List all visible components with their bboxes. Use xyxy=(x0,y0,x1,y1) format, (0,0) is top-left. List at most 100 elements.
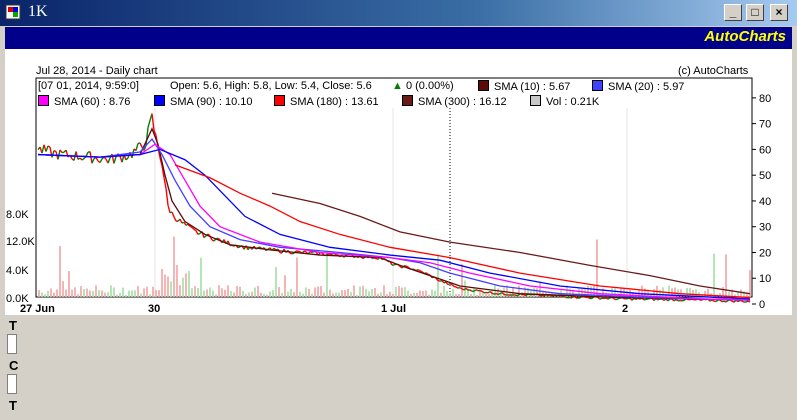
side-field-1[interactable] xyxy=(7,334,17,354)
volume-bar xyxy=(50,288,52,297)
volume-bar xyxy=(236,285,238,297)
volume-bar xyxy=(230,291,232,297)
volume-bar xyxy=(80,286,82,297)
volume-bar xyxy=(227,285,229,297)
volume-bar xyxy=(500,293,502,297)
volume-bar xyxy=(128,290,130,297)
volume-bar xyxy=(431,289,433,297)
legend-sma10: SMA (10) : 5.67 xyxy=(478,80,570,93)
volume-bar xyxy=(485,293,487,297)
legend-vol: Vol : 0.21K xyxy=(530,95,599,108)
volume-bar xyxy=(389,291,391,297)
price-segment xyxy=(539,294,543,297)
volume-bar xyxy=(374,287,376,297)
price-segment xyxy=(491,292,495,295)
price-segment xyxy=(711,299,715,302)
legend-sma10-label: SMA (10) : 5.67 xyxy=(494,81,571,93)
price-segment xyxy=(393,263,397,266)
price-segment xyxy=(629,297,633,301)
volume-bar xyxy=(407,290,409,297)
volume-bar xyxy=(488,294,490,297)
volume-bar xyxy=(356,294,358,297)
volume-bar xyxy=(368,291,370,297)
volume-bar xyxy=(305,287,307,297)
volume-bar xyxy=(365,288,367,297)
price-segment xyxy=(737,299,741,303)
volume-bar xyxy=(353,285,355,297)
volume-bar xyxy=(176,264,178,297)
volume-bar xyxy=(149,294,151,297)
legend-change: ▲ 0 (0.00%) xyxy=(392,80,454,92)
price-segment xyxy=(733,299,737,303)
sma300-swatch xyxy=(402,95,413,106)
volume-bar xyxy=(209,287,211,297)
volume-bar xyxy=(170,281,172,297)
price-segment xyxy=(303,250,307,253)
price-chart[interactable]: 807060504030201008.0K12.0K4.0K0.0K27 Jun… xyxy=(0,0,797,420)
x-tick-label: 30 xyxy=(148,303,160,315)
volume-bar xyxy=(479,291,481,297)
volume-bar xyxy=(215,294,217,297)
volume-bar xyxy=(140,293,142,297)
y-tick-label: 40 xyxy=(759,196,771,208)
volume-bar xyxy=(194,286,196,297)
price-segment xyxy=(715,299,719,303)
volume-bar xyxy=(98,290,100,297)
volume-bar xyxy=(293,292,295,297)
volume-bar xyxy=(113,287,115,297)
volume-bar xyxy=(212,290,214,297)
volume-bar xyxy=(218,285,220,297)
volume-bar xyxy=(335,292,337,297)
legend-sma20-label: SMA (20) : 5.97 xyxy=(608,81,685,93)
price-segment xyxy=(405,265,409,268)
volume-bar xyxy=(269,291,271,297)
volume-bar xyxy=(416,292,418,297)
volume-bar xyxy=(266,294,268,297)
volume-bar xyxy=(233,292,235,297)
price-segment xyxy=(459,287,463,290)
volume-bar xyxy=(440,292,442,297)
volume-bar xyxy=(71,289,73,297)
price-segment xyxy=(417,269,421,272)
volume-bar xyxy=(473,287,475,297)
volume-bar xyxy=(239,286,241,297)
volume-bar xyxy=(323,292,325,297)
price-segment xyxy=(663,298,667,301)
chart-header: Jul 28, 2014 - Daily chart xyxy=(36,65,158,77)
y-tick-label: 70 xyxy=(759,119,771,131)
volume-bar xyxy=(146,286,148,297)
volume-bar xyxy=(659,289,661,297)
x-tick-label: 1 Jul xyxy=(381,303,406,315)
legend-sma300-label: SMA (300) : 16.12 xyxy=(418,96,507,108)
volume-bar xyxy=(299,291,301,297)
side-field-2[interactable] xyxy=(7,374,17,394)
volume-bar xyxy=(536,288,538,297)
legend-vol-label: Vol : 0.21K xyxy=(546,96,600,108)
volume-bar xyxy=(59,246,61,297)
volume-bar xyxy=(257,285,259,297)
volume-bar xyxy=(95,285,97,297)
volume-bar xyxy=(200,257,202,297)
volume-bar xyxy=(287,291,289,297)
price-segment xyxy=(665,298,669,302)
volume-bar xyxy=(347,288,349,297)
plot-area xyxy=(35,77,753,298)
y-tick-label: 30 xyxy=(759,222,771,234)
volume-bar xyxy=(320,286,322,297)
volume-bar xyxy=(290,288,292,297)
volume-bar xyxy=(740,289,742,297)
legend-sma180-label: SMA (180) : 13.61 xyxy=(290,96,379,108)
volume-bar xyxy=(533,287,535,297)
sma10-swatch xyxy=(478,80,489,91)
volume-bar xyxy=(89,290,91,297)
volume-bar xyxy=(41,292,43,297)
volume-bar xyxy=(455,294,457,297)
volume-bar xyxy=(164,274,166,297)
volume-bar xyxy=(434,290,436,297)
volume-bar xyxy=(83,288,85,297)
y-tick-label: 50 xyxy=(759,170,771,182)
volume-bar xyxy=(329,289,331,297)
price-segment xyxy=(657,298,661,301)
volume-bar xyxy=(143,288,145,297)
volume-bar xyxy=(68,271,70,297)
